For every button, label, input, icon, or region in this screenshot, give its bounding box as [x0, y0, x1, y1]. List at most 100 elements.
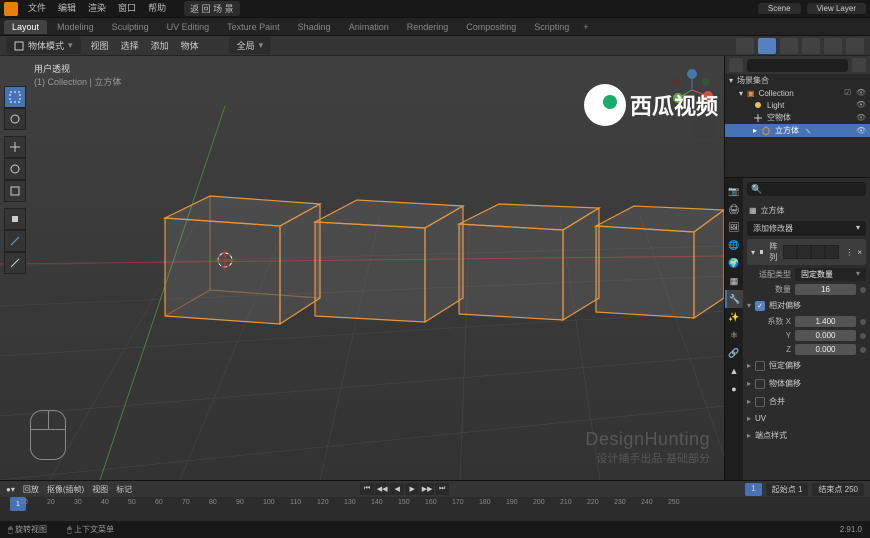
tl-menu-playback[interactable]: 回放: [23, 484, 39, 495]
xray-toggle[interactable]: [758, 38, 776, 54]
count-input[interactable]: 16: [795, 284, 856, 295]
outliner-item-light[interactable]: Light 👁: [725, 99, 870, 111]
tab-sculpting[interactable]: Sculpting: [104, 20, 157, 34]
orientation-selector[interactable]: 全局 ▾: [229, 37, 272, 54]
shading-rendered[interactable]: [846, 38, 864, 54]
relative-offset-checkbox[interactable]: [755, 301, 765, 311]
tool-rotate[interactable]: [4, 158, 26, 180]
outliner-collection[interactable]: ▾▣Collection ☑👁: [725, 87, 870, 99]
menu-help[interactable]: 帮助: [148, 1, 166, 16]
menu-window[interactable]: 窗口: [118, 1, 136, 16]
mod-display-edit-icon[interactable]: [783, 245, 797, 259]
filter-icon[interactable]: [852, 58, 866, 72]
tab-scene-icon[interactable]: 🌐: [725, 236, 743, 254]
shading-matprev[interactable]: [824, 38, 842, 54]
modifier-header[interactable]: ▾ 阵列 ⋮ ×: [747, 239, 866, 265]
menu-view[interactable]: 视图: [91, 39, 109, 52]
mod-display-render-icon[interactable]: [825, 245, 839, 259]
tool-annotate[interactable]: [4, 230, 26, 252]
tab-world-icon[interactable]: 🌍: [725, 254, 743, 272]
tab-particles-icon[interactable]: ✨: [725, 308, 743, 326]
timeline-ruler[interactable]: 1 10203040506070809010011012013014015016…: [0, 497, 870, 521]
tab-scripting[interactable]: Scripting: [526, 20, 577, 34]
tab-shading[interactable]: Shading: [290, 20, 339, 34]
outliner-type-icon[interactable]: [729, 58, 743, 72]
tool-measure[interactable]: [4, 252, 26, 274]
start-frame-input[interactable]: 起始点 1: [766, 483, 809, 496]
outliner-item-cube[interactable]: ▸ 立方体 👁: [725, 124, 870, 137]
mod-display-real-icon[interactable]: [797, 245, 811, 259]
play-icon[interactable]: ▶: [405, 483, 419, 495]
scene-field[interactable]: Scene: [758, 3, 801, 14]
menu-object[interactable]: 物体: [181, 39, 199, 52]
tab-object-icon[interactable]: ▦: [725, 272, 743, 290]
tab-animation[interactable]: Animation: [341, 20, 397, 34]
tab-material-icon[interactable]: ●: [725, 380, 743, 398]
menu-add[interactable]: 添加: [151, 39, 169, 52]
tab-render-icon[interactable]: 📷: [725, 182, 743, 200]
outliner-item-empty[interactable]: 空物体 👁: [725, 111, 870, 124]
tool-move[interactable]: [4, 136, 26, 158]
menu-render[interactable]: 渲染: [88, 1, 106, 16]
tab-modeling[interactable]: Modeling: [49, 20, 102, 34]
tl-menu-keying[interactable]: 抠像(插帧): [47, 484, 84, 495]
tool-transform[interactable]: [4, 208, 26, 230]
tab-uvediting[interactable]: UV Editing: [159, 20, 218, 34]
next-key-icon[interactable]: ▶▶: [420, 483, 434, 495]
end-frame-input[interactable]: 结束点 250: [812, 483, 864, 496]
animate-dot[interactable]: [860, 287, 866, 293]
play-reverse-icon[interactable]: ◀: [390, 483, 404, 495]
current-frame-input[interactable]: 1: [745, 483, 761, 496]
tab-rendering[interactable]: Rendering: [399, 20, 457, 34]
shading-wireframe[interactable]: [780, 38, 798, 54]
3d-viewport[interactable]: 用户透视 (1) Collection | 立方体: [0, 56, 724, 480]
tab-viewlayer-icon[interactable]: 🖼: [725, 218, 743, 236]
add-modifier-dropdown[interactable]: 添加修改器▾: [747, 221, 866, 236]
tab-output-icon[interactable]: 🖨: [725, 200, 743, 218]
properties-search[interactable]: 🔍: [747, 182, 866, 196]
object-offset-section[interactable]: ▸物体偏移: [747, 376, 866, 391]
offset-x-input[interactable]: 1.400: [795, 316, 856, 327]
menu-back-to-scene[interactable]: 返 回 场 景: [184, 1, 240, 16]
uv-section[interactable]: ▸UV: [747, 412, 866, 425]
tool-scale[interactable]: [4, 180, 26, 202]
tool-select-box[interactable]: [4, 86, 26, 108]
tab-compositing[interactable]: Compositing: [458, 20, 524, 34]
menu-edit[interactable]: 编辑: [58, 1, 76, 16]
menu-file[interactable]: 文件: [28, 1, 46, 16]
constant-offset-section[interactable]: ▸恒定偏移: [747, 358, 866, 373]
mod-menu-icon[interactable]: ⋮: [845, 248, 853, 257]
tab-constraint-icon[interactable]: 🔗: [725, 344, 743, 362]
menu-select[interactable]: 选择: [121, 39, 139, 52]
camera-view-icon[interactable]: [694, 164, 714, 184]
outliner-scene-collection[interactable]: ▾场景集合: [725, 74, 870, 87]
viewport-header-right: [736, 38, 864, 54]
overlays-toggle[interactable]: [736, 38, 754, 54]
tl-menu-marker[interactable]: 标记: [116, 484, 132, 495]
move-view-icon[interactable]: [694, 141, 714, 161]
fit-type-dropdown[interactable]: 固定数量 ▾: [795, 268, 866, 281]
tl-menu-view[interactable]: 视图: [92, 484, 108, 495]
tab-modifier-icon[interactable]: 🔧: [725, 290, 743, 308]
perspective-toggle-icon[interactable]: [694, 187, 714, 207]
add-workspace-button[interactable]: +: [583, 22, 588, 32]
relative-offset-header[interactable]: ▾ 相对偏移: [747, 298, 866, 313]
offset-y-input[interactable]: 0.000: [795, 330, 856, 341]
offset-z-input[interactable]: 0.000: [795, 344, 856, 355]
outliner-search[interactable]: [747, 59, 848, 72]
viewlayer-field[interactable]: View Layer: [807, 3, 866, 14]
mod-close-icon[interactable]: ×: [857, 248, 862, 257]
mod-display-viewport-icon[interactable]: [811, 245, 825, 259]
tab-layout[interactable]: Layout: [4, 20, 47, 34]
jump-start-icon[interactable]: ⏮: [360, 483, 374, 495]
tab-mesh-icon[interactable]: ▲: [725, 362, 743, 380]
shading-solid[interactable]: [802, 38, 820, 54]
jump-end-icon[interactable]: ⏭: [435, 483, 449, 495]
tab-texturepaint[interactable]: Texture Paint: [219, 20, 288, 34]
tool-cursor[interactable]: [4, 108, 26, 130]
merge-section[interactable]: ▸合并: [747, 394, 866, 409]
caps-section[interactable]: ▸端点样式: [747, 428, 866, 443]
prev-key-icon[interactable]: ◀◀: [375, 483, 389, 495]
tab-physics-icon[interactable]: ⚛: [725, 326, 743, 344]
mode-selector[interactable]: 物体模式 ▾: [6, 37, 81, 54]
